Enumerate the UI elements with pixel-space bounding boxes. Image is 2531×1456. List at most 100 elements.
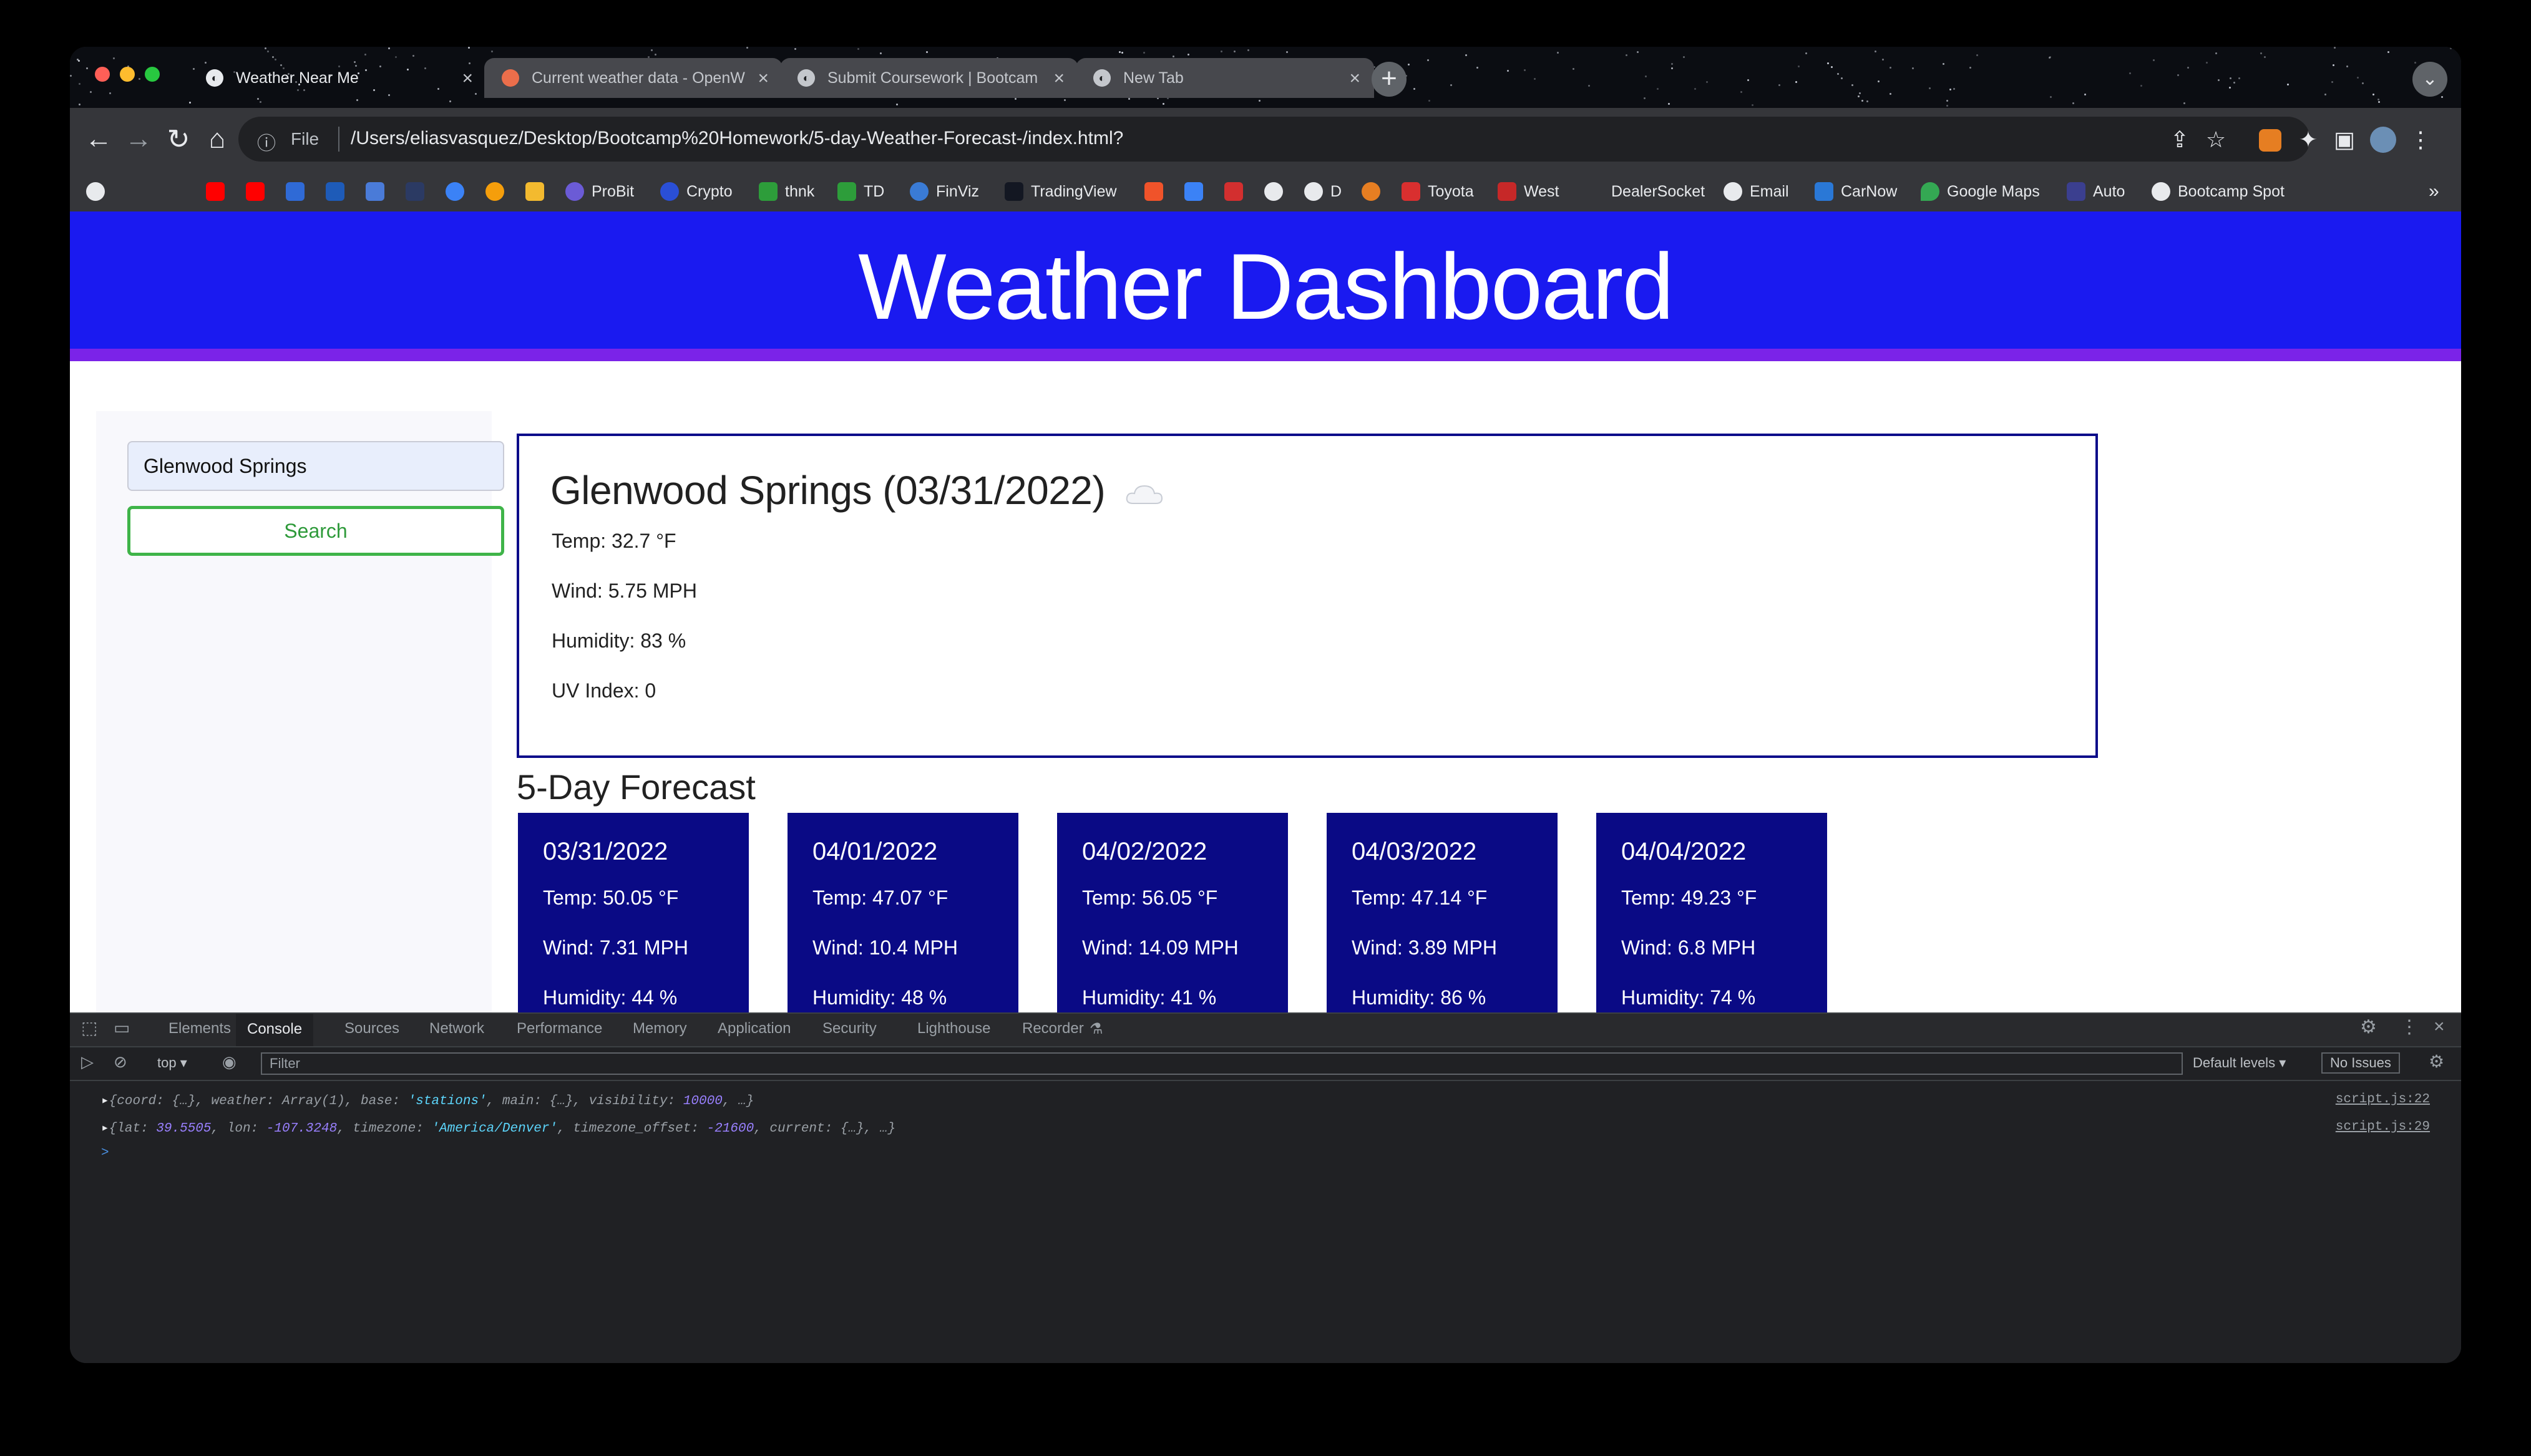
bookmark-app[interactable] (286, 179, 312, 204)
console-settings-icon[interactable]: ⚙ (2429, 1051, 2444, 1072)
new-tab-button[interactable]: + (1372, 62, 1407, 97)
bookmark-probit[interactable]: ProBit (565, 179, 634, 204)
bookmark-google-maps[interactable]: Google Maps (1921, 179, 2040, 204)
close-tab-icon[interactable]: × (1349, 68, 1360, 89)
bookmark-thnk[interactable]: thnk (759, 179, 814, 204)
share-icon[interactable]: ⇪ (2167, 127, 2193, 153)
console-log-entry[interactable]: ▸{lat: 39.5505, lon: -107.3248, timezone… (101, 1120, 895, 1136)
log-value: -107.3248 (266, 1122, 338, 1136)
bookmark-globe[interactable] (86, 179, 112, 204)
bookmark-youtube[interactable] (206, 179, 232, 204)
back-arrow-icon[interactable]: ← (80, 120, 117, 158)
log-levels-dropdown[interactable]: Default levels ▾ (2193, 1055, 2286, 1071)
console-filter-input[interactable]: Filter (261, 1052, 2183, 1075)
live-expression-eye-icon[interactable]: ◉ (222, 1052, 237, 1072)
devtools-tab-security[interactable]: Security (822, 1020, 877, 1037)
page-viewport: Weather Dashboard Search Glenwood Spring… (70, 211, 2461, 1037)
bookmark-app-7[interactable] (1224, 179, 1251, 204)
tab-new-tab[interactable]: ◐ New Tab × (1076, 58, 1374, 98)
bookmark-app-4[interactable] (485, 179, 512, 204)
info-icon[interactable]: ⓘ (257, 128, 280, 154)
bookmark-star-icon[interactable]: ☆ (2203, 127, 2229, 153)
console-log-entry[interactable]: ▸{coord: {…}, weather: Array(1), base: '… (101, 1092, 754, 1109)
settings-gear-icon[interactable]: ⚙ (2360, 1016, 2377, 1038)
bookmark-td[interactable]: TD (837, 179, 884, 204)
devtools-tab-console[interactable]: Console (236, 1014, 314, 1046)
inspect-element-icon[interactable]: ⬚ (81, 1017, 97, 1038)
tab-bootcamp[interactable]: ◐ Submit Coursework | Bootcam × (780, 58, 1078, 98)
clear-console-icon[interactable]: ⊘ (114, 1052, 127, 1072)
close-window-button[interactable] (95, 67, 110, 82)
maximize-window-button[interactable] (145, 67, 160, 82)
devtools-tab-sources[interactable]: Sources (344, 1020, 399, 1037)
bookmark-bootcamp-spot[interactable]: Bootcamp Spot (2152, 179, 2285, 204)
home-icon[interactable]: ⌂ (198, 120, 236, 158)
log-source-link[interactable]: script.js:29 (2336, 1120, 2430, 1134)
profile-avatar[interactable] (2370, 127, 2396, 153)
forward-arrow-icon[interactable]: → (120, 120, 157, 158)
bookmark-label: West (1524, 182, 1559, 200)
close-tab-icon[interactable]: × (758, 68, 769, 89)
issues-button[interactable]: No Issues (2321, 1052, 2400, 1074)
close-tab-icon[interactable]: × (1053, 68, 1065, 89)
bookmark-youtube-2[interactable] (246, 179, 272, 204)
minimize-window-button[interactable] (120, 67, 135, 82)
bookmark-finviz[interactable]: FinViz (910, 179, 979, 204)
bookmark-d[interactable]: D (1304, 179, 1342, 204)
side-panel-icon[interactable]: ▣ (2331, 127, 2358, 153)
bookmark-app-6[interactable] (1184, 179, 1211, 204)
star-decoration (2334, 47, 2336, 49)
bookmark-binance[interactable] (525, 179, 552, 204)
bookmark-toyota[interactable]: Toyota (1402, 179, 1474, 204)
star-decoration (1465, 54, 1467, 56)
devtools-tab-memory[interactable]: Memory (633, 1020, 687, 1037)
search-button[interactable]: Search (127, 506, 504, 556)
devtools-tab-application[interactable]: Application (718, 1020, 791, 1037)
bookmark-crypto[interactable]: Crypto (660, 179, 733, 204)
close-tab-icon[interactable]: × (462, 68, 473, 89)
devtools-tab-recorder[interactable]: Recorder (1022, 1020, 1084, 1037)
bookmark-west[interactable]: West (1498, 179, 1559, 204)
reload-icon[interactable]: ↻ (160, 120, 197, 158)
log-source-link[interactable]: script.js:22 (2336, 1092, 2430, 1107)
sidebar-toggle-icon[interactable]: ▷ (81, 1052, 94, 1072)
bookmark-carnow[interactable]: CarNow (1815, 179, 1897, 204)
devtools-tab-network[interactable]: Network (429, 1020, 484, 1037)
bookmark-globe-2[interactable] (1264, 179, 1290, 204)
tab-openweather[interactable]: Current weather data - OpenW × (484, 58, 783, 98)
bookmark-app-8[interactable] (1362, 179, 1388, 204)
metamask-icon[interactable] (2259, 129, 2281, 152)
bookmark-email[interactable]: Email (1724, 179, 1789, 204)
tab-weather-near-me[interactable]: ◐ Weather Near Me × (188, 58, 487, 98)
extensions-puzzle-icon[interactable]: ✦ (2295, 127, 2321, 153)
star-decoration (1912, 67, 1914, 69)
console-prompt[interactable]: > (101, 1146, 109, 1160)
log-levels-label: Default levels (2193, 1055, 2276, 1070)
bookmark-app-3[interactable] (446, 179, 472, 204)
context-selector[interactable]: top ▾ (157, 1055, 187, 1071)
devtools-tab-lighthouse[interactable]: Lighthouse (917, 1020, 990, 1037)
tab-search-button[interactable]: ⌄ (2412, 62, 2447, 97)
devtools-close-icon[interactable]: × (2434, 1016, 2445, 1037)
devtools-tab-performance[interactable]: Performance (517, 1020, 602, 1037)
address-bar[interactable]: ⓘ File /Users/eliasvasquez/Desktop/Bootc… (238, 117, 2310, 162)
bookmark-paypal[interactable] (326, 179, 352, 204)
bookmark-auto[interactable]: Auto (2067, 179, 2125, 204)
bookmark-app-5[interactable] (1144, 179, 1171, 204)
device-toolbar-icon[interactable]: ▭ (114, 1017, 130, 1038)
star-decoration (257, 98, 259, 100)
devtools-tab-elements[interactable]: Elements (168, 1020, 231, 1037)
star-decoration (1943, 63, 1944, 65)
devtools-menu-icon[interactable]: ⋮ (2400, 1016, 2419, 1038)
bookmark-chart[interactable] (366, 179, 392, 204)
bookmarks-overflow-button[interactable]: » (2429, 179, 2439, 204)
star-decoration (1976, 54, 1978, 56)
log-key: timezone (353, 1122, 416, 1136)
bookmark-tradingview[interactable]: TradingView (1005, 179, 1117, 204)
city-search-input[interactable] (127, 441, 504, 491)
url-text[interactable]: /Users/eliasvasquez/Desktop/Bootcamp%20H… (351, 128, 1123, 149)
bookmark-music[interactable] (406, 179, 432, 204)
bookmark-dealersocket[interactable]: DealerSocket (1611, 179, 1705, 204)
star-decoration (2346, 66, 2348, 67)
menu-kebab-icon[interactable]: ⋮ (2407, 127, 2434, 153)
